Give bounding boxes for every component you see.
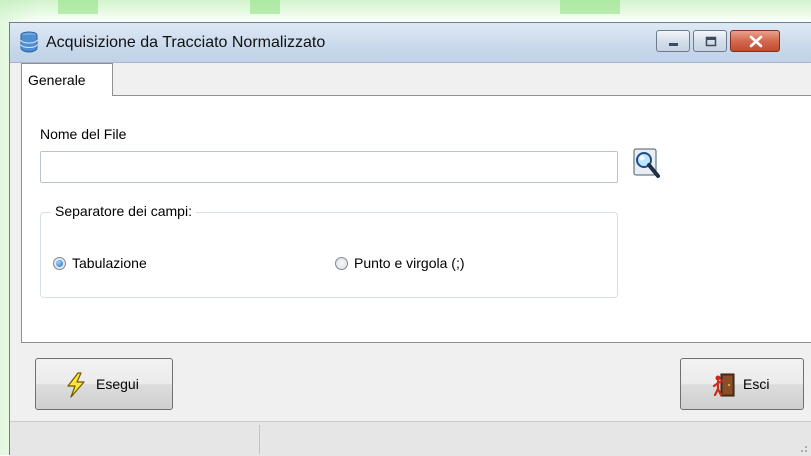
group-legend: Separatore dei campi:: [51, 203, 196, 219]
radio-label: Tabulazione: [72, 255, 147, 271]
status-bar-divider: [259, 425, 260, 454]
file-name-input[interactable]: [40, 151, 618, 183]
exit-door-icon: [712, 373, 735, 397]
browse-file-button[interactable]: [633, 148, 663, 182]
lightning-icon: [67, 372, 85, 398]
minimize-icon: [669, 43, 678, 46]
background-stripe: [250, 0, 280, 14]
exit-button[interactable]: Esci: [680, 358, 804, 410]
field-separator-group: Separatore dei campi: Tabulazione Punto …: [40, 203, 618, 298]
minimize-button[interactable]: [656, 30, 690, 52]
tab-label: Generale: [28, 72, 86, 88]
maximize-icon: [705, 36, 717, 47]
close-icon: [749, 35, 763, 48]
database-icon: [20, 31, 38, 53]
tab-panel-generale: Nome del File Separatore dei campi: Tabu…: [21, 95, 811, 343]
close-button[interactable]: [730, 30, 780, 52]
execute-label: Esegui: [96, 376, 139, 392]
status-bar: [10, 421, 811, 456]
radio-label: Punto e virgola (;): [354, 255, 465, 271]
radio-button-checked[interactable]: [53, 257, 66, 270]
exit-label: Esci: [743, 376, 770, 392]
tab-generale[interactable]: Generale: [21, 63, 113, 96]
background-stripe: [560, 0, 620, 14]
title-bar[interactable]: Acquisizione da Tracciato Normalizzato: [10, 23, 811, 63]
window-title: Acquisizione da Tracciato Normalizzato: [46, 34, 326, 51]
radio-button-unchecked[interactable]: [335, 257, 348, 270]
file-name-label: Nome del File: [40, 126, 127, 142]
resize-grip-icon[interactable]: [798, 443, 808, 453]
dialog-window: Acquisizione da Tracciato Normalizzato G…: [9, 22, 811, 456]
execute-button[interactable]: Esegui: [35, 358, 173, 410]
maximize-button[interactable]: [693, 30, 727, 52]
background-stripe: [58, 0, 98, 14]
